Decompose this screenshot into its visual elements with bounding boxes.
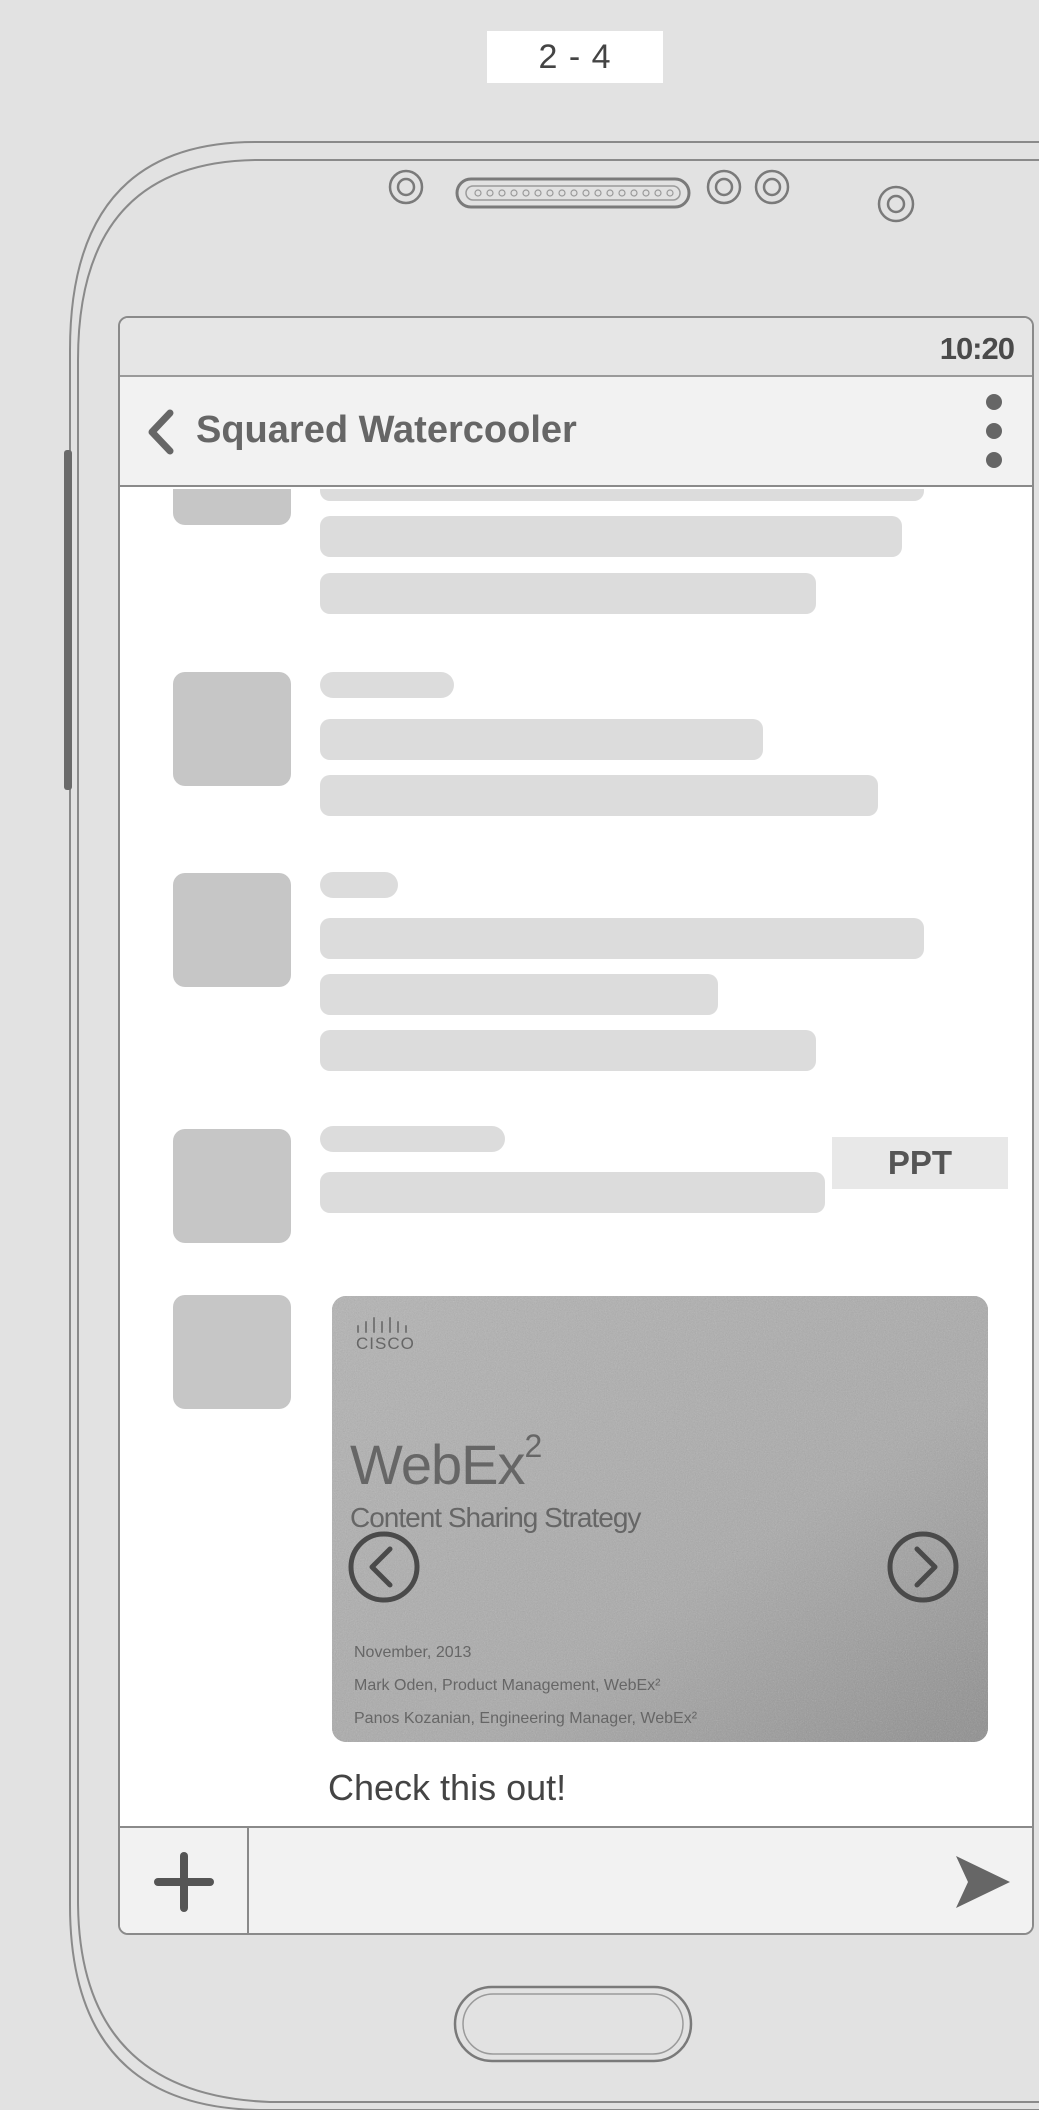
conversation-title: Squared Watercooler bbox=[196, 409, 577, 451]
add-attachment-button[interactable] bbox=[120, 1828, 249, 1933]
message-line-placeholder bbox=[320, 974, 718, 1015]
message-line-placeholder bbox=[320, 719, 763, 760]
sender-name-placeholder bbox=[320, 672, 454, 698]
file-type-badge: PPT bbox=[832, 1137, 1008, 1189]
message-line-placeholder bbox=[320, 1172, 825, 1213]
app-bar: Squared Watercooler bbox=[120, 377, 1032, 487]
message-text: Check this out! bbox=[328, 1767, 567, 1808]
plus-icon bbox=[153, 1851, 214, 1912]
avatar[interactable] bbox=[173, 672, 291, 786]
back-arrow-icon[interactable] bbox=[142, 407, 182, 457]
avatar[interactable] bbox=[173, 1129, 291, 1243]
send-icon[interactable] bbox=[952, 1852, 1012, 1912]
slide-author: Mark Oden, Product Management, WebEx² bbox=[354, 1677, 661, 1694]
slide-title-superscript: 2 bbox=[524, 1428, 542, 1464]
composer-bar bbox=[120, 1826, 1032, 1933]
cisco-logo-text: CISCO bbox=[356, 1334, 415, 1353]
message-line-placeholder bbox=[320, 573, 816, 614]
slide-title: WebEx2 bbox=[350, 1428, 542, 1497]
message-line-placeholder bbox=[320, 918, 924, 959]
ppt-attachment-preview[interactable]: CISCO WebEx2 Content Sharing Strategy No… bbox=[332, 1296, 988, 1742]
message-line-placeholder bbox=[320, 489, 924, 501]
message-line-placeholder bbox=[320, 775, 878, 816]
message-input[interactable] bbox=[251, 1828, 891, 1933]
slide-title-text: WebEx bbox=[350, 1433, 525, 1496]
sender-name-placeholder bbox=[320, 1126, 505, 1152]
overflow-menu-icon[interactable] bbox=[984, 392, 1004, 472]
avatar[interactable] bbox=[173, 489, 291, 525]
previous-slide-icon[interactable] bbox=[346, 1529, 422, 1605]
sender-name-placeholder bbox=[320, 872, 398, 898]
message-line-placeholder bbox=[320, 516, 902, 557]
next-slide-icon[interactable] bbox=[885, 1529, 961, 1605]
avatar[interactable] bbox=[173, 873, 291, 987]
slide-date: November, 2013 bbox=[354, 1644, 472, 1661]
phone-screen: 10:20 Squared Watercooler CISCO WebEx2 C… bbox=[118, 316, 1034, 1935]
slide-author: Panos Kozanian, Engineering Manager, Web… bbox=[354, 1710, 698, 1727]
status-time: 10:20 bbox=[939, 331, 1015, 366]
status-bar: 10:20 bbox=[120, 318, 1032, 377]
message-line-placeholder bbox=[320, 1030, 816, 1071]
avatar[interactable] bbox=[173, 1295, 291, 1409]
